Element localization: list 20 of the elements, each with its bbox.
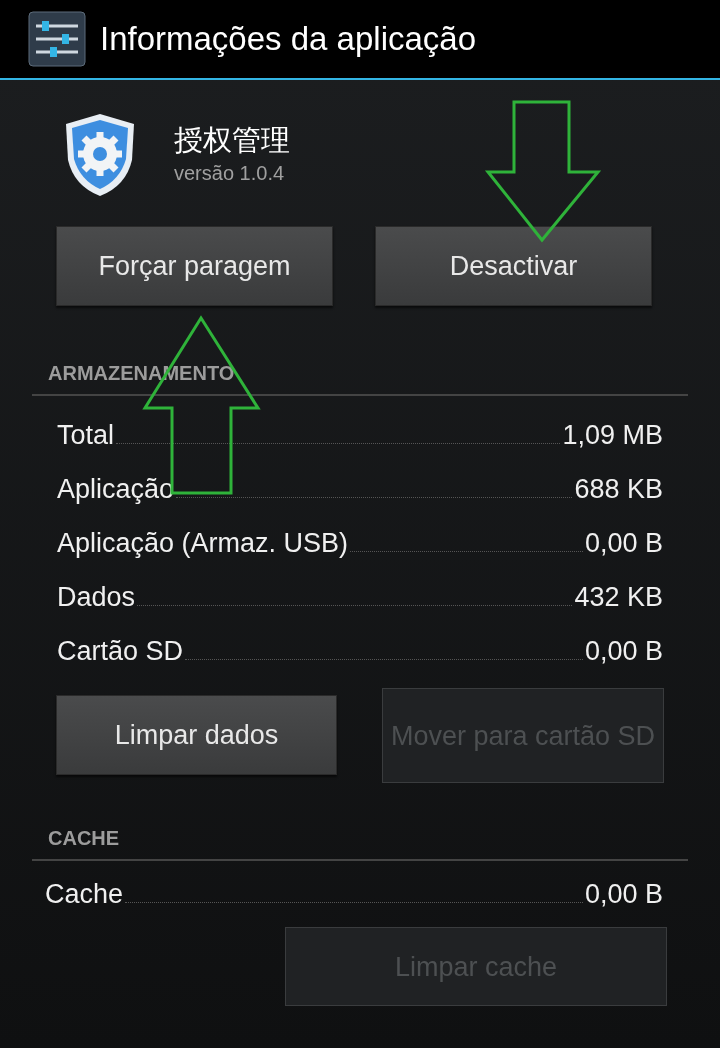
row-label: Cartão SD: [57, 635, 184, 668]
row-value: 1,09 MB: [562, 419, 663, 452]
row-value: 688 KB: [574, 473, 663, 506]
row-label: Cache: [45, 878, 124, 911]
row-value: 0,00 B: [584, 878, 663, 911]
action-button[interactable]: Limpar dados: [56, 695, 337, 775]
row-label: Dados: [57, 581, 136, 614]
row-value: 432 KB: [574, 581, 663, 614]
window-title: Informações da aplicação: [100, 19, 477, 60]
row-value: 0,00 B: [584, 527, 663, 560]
section-header: CACHE: [48, 827, 120, 849]
row-label: Aplicação: [57, 473, 175, 506]
app-name: 授权管理: [174, 123, 290, 158]
row-label: Aplicação (Armaz. USB): [57, 527, 349, 560]
action-button[interactable]: Desactivar: [375, 226, 652, 306]
row-label: Total: [57, 419, 115, 452]
app-version: versão 1.0.4: [174, 161, 286, 186]
action-button[interactable]: Forçar paragem: [56, 226, 333, 306]
settings-sliders-icon[interactable]: [28, 11, 86, 67]
row-value: 0,00 B: [584, 635, 663, 668]
